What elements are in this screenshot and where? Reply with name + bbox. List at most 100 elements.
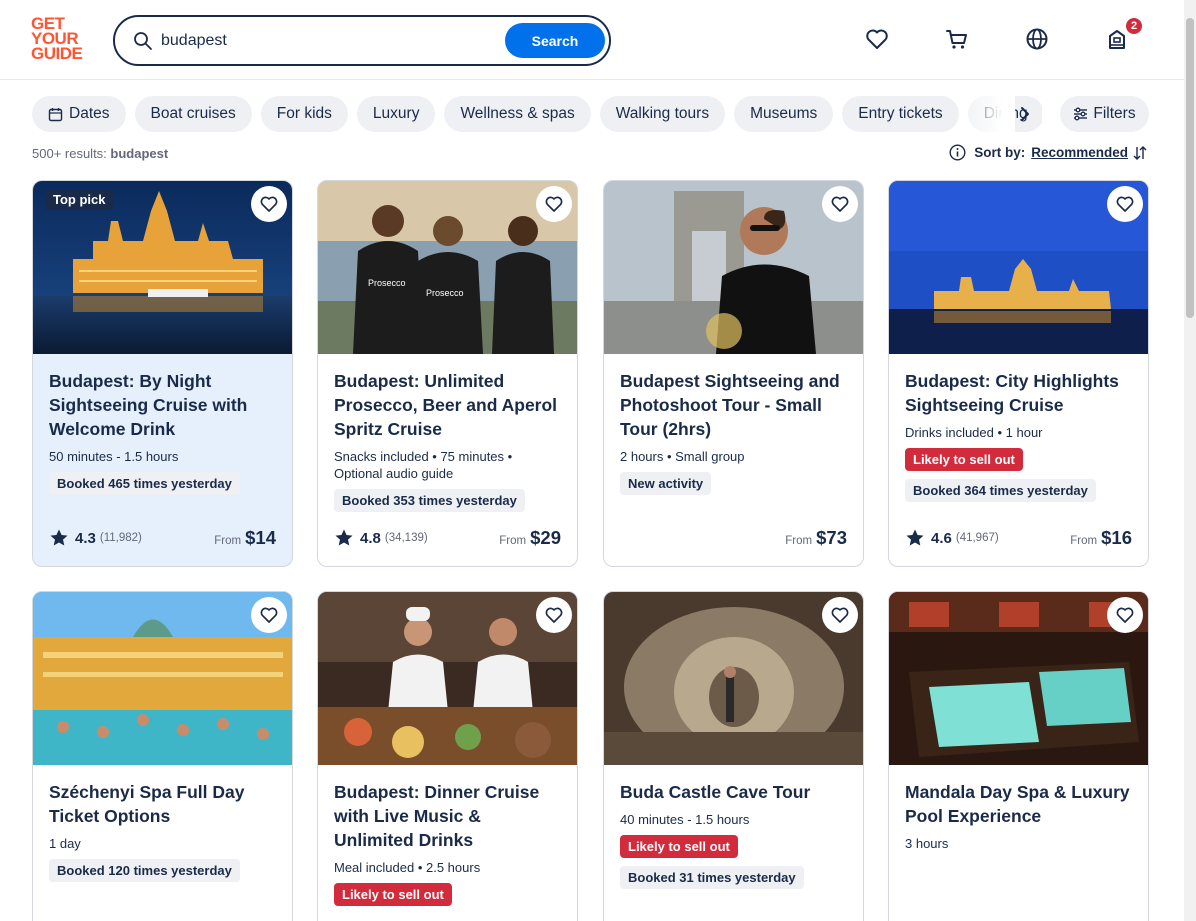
activity-image[interactable]: [604, 592, 863, 765]
chevron-right-icon[interactable]: [1014, 103, 1036, 125]
filters-button[interactable]: Filters: [1060, 96, 1149, 132]
likely-to-sell-out-tag: Likely to sell out: [620, 835, 738, 858]
activity-card[interactable]: Mandala Day Spa & Luxury Pool Experience…: [888, 591, 1149, 921]
price: From $29: [499, 527, 561, 549]
activity-card[interactable]: Buda Castle Cave Tour 40 minutes - 1.5 h…: [603, 591, 864, 921]
activity-image[interactable]: [889, 592, 1148, 765]
activity-card[interactable]: Széchenyi Spa Full Day Ticket Options 1 …: [32, 591, 293, 921]
activity-image[interactable]: Prosecco Prosecco: [318, 181, 577, 354]
price: From $14: [214, 527, 276, 549]
activity-meta: 50 minutes - 1.5 hours: [49, 449, 179, 464]
rating-value: 4.8: [360, 529, 381, 547]
activity-card[interactable]: Budapest: Dinner Cruise with Live Music …: [317, 591, 578, 921]
activity-title[interactable]: Budapest: City Highlights Sightseeing Cr…: [905, 369, 1132, 417]
price-amount: $73: [816, 527, 847, 548]
filter-chips-row: Dates Boat cruises For kids Luxury Wellness …: [32, 96, 1042, 132]
svg-text:Prosecco: Prosecco: [368, 278, 406, 288]
booked-count-tag: Booked 465 times yesterday: [49, 472, 240, 495]
chips-fade: [955, 96, 1015, 132]
chip-boat-cruises[interactable]: Boat cruises: [134, 96, 252, 132]
chip-wellness[interactable]: Wellness & spas: [444, 96, 591, 132]
star-icon: [50, 529, 68, 546]
sort-arrows-icon[interactable]: [1132, 145, 1148, 161]
chip-walking-tours[interactable]: Walking tours: [599, 96, 726, 132]
price-from-label: From: [499, 535, 527, 547]
rating: 4.8 (34,139): [334, 528, 428, 548]
price-from-label: From: [214, 535, 242, 547]
chip-for-kids[interactable]: For kids: [260, 96, 348, 132]
activity-title[interactable]: Széchenyi Spa Full Day Ticket Options: [49, 780, 276, 828]
activity-meta: 3 hours: [905, 836, 949, 851]
heart-icon: [545, 607, 563, 623]
likely-to-sell-out-tag: Likely to sell out: [334, 883, 452, 906]
wishlist-button[interactable]: [251, 597, 287, 633]
search-input[interactable]: [161, 28, 491, 53]
activity-title[interactable]: Budapest: Dinner Cruise with Live Music …: [334, 780, 561, 852]
chip-museums[interactable]: Museums: [734, 96, 834, 132]
chip-luxury[interactable]: Luxury: [356, 96, 436, 132]
activity-image[interactable]: [604, 181, 863, 354]
wishlist-button[interactable]: [251, 186, 287, 222]
price-amount: $14: [245, 527, 276, 548]
activity-title[interactable]: Budapest: By Night Sightseeing Cruise wi…: [49, 369, 276, 441]
sort-value[interactable]: Recommended: [1031, 145, 1128, 160]
activity-meta: Drinks included • 1 hour: [905, 425, 1043, 440]
results-summary: 500+ results: budapest: [32, 146, 168, 161]
search-icon: [134, 32, 152, 50]
wishlist-button[interactable]: [536, 597, 572, 633]
heart-icon: [831, 607, 849, 623]
rating-value: 4.3: [75, 529, 96, 547]
activity-image[interactable]: [318, 592, 577, 765]
activity-meta: 40 minutes - 1.5 hours: [620, 812, 750, 827]
heart-icon: [260, 196, 278, 212]
search-button[interactable]: Search: [505, 23, 605, 58]
activity-card[interactable]: Budapest: City Highlights Sightseeing Cr…: [888, 180, 1149, 567]
heart-icon: [260, 607, 278, 623]
activity-meta: 2 hours • Small group: [620, 449, 745, 464]
info-icon[interactable]: [949, 144, 966, 161]
rating-value: 4.6: [931, 529, 952, 547]
wishlist-button[interactable]: [822, 597, 858, 633]
activity-card[interactable]: Prosecco Prosecco Budapest: Unlimited Pr…: [317, 180, 578, 567]
activity-image[interactable]: [889, 181, 1148, 354]
review-count: (34,139): [384, 532, 428, 544]
globe-icon[interactable]: [1024, 26, 1050, 52]
booked-count-tag: Booked 31 times yesterday: [620, 866, 804, 889]
rating: 4.6 (41,967): [905, 528, 999, 548]
activity-image[interactable]: [33, 592, 292, 765]
wishlist-button[interactable]: [536, 186, 572, 222]
search-bar: Search: [113, 15, 611, 66]
activity-title[interactable]: Buda Castle Cave Tour: [620, 780, 847, 804]
price: From $73: [785, 527, 847, 549]
likely-to-sell-out-tag: Likely to sell out: [905, 448, 1023, 471]
activity-title[interactable]: Budapest: Unlimited Prosecco, Beer and A…: [334, 369, 561, 441]
chip-entry-tickets[interactable]: Entry tickets: [842, 96, 959, 132]
review-count: (11,982): [99, 532, 142, 544]
chip-label: Dates: [69, 105, 110, 122]
wishlist-button[interactable]: [1107, 597, 1143, 633]
booked-count-tag: Booked 353 times yesterday: [334, 489, 525, 512]
sort-control[interactable]: Sort by: Recommended: [949, 144, 1148, 161]
page-scrollbar[interactable]: [1184, 0, 1196, 921]
booked-count-tag: Booked 364 times yesterday: [905, 479, 1096, 502]
price-amount: $16: [1101, 527, 1132, 548]
activity-card[interactable]: Budapest Sightseeing and Photoshoot Tour…: [603, 180, 864, 567]
activity-title[interactable]: Mandala Day Spa & Luxury Pool Experience: [905, 780, 1132, 828]
activity-title[interactable]: Budapest Sightseeing and Photoshoot Tour…: [620, 369, 847, 441]
cart-icon[interactable]: [944, 26, 970, 52]
scrollbar-thumb[interactable]: [1186, 18, 1194, 318]
new-activity-tag: New activity: [620, 472, 712, 495]
wishlist-button[interactable]: [1107, 186, 1143, 222]
filters-label: Filters: [1093, 105, 1136, 122]
logo-line-3: GUIDE: [31, 44, 83, 63]
activity-meta: Meal included • 2.5 hours: [334, 860, 481, 875]
chip-dates[interactable]: Dates: [32, 96, 126, 132]
wishlist-button[interactable]: [822, 186, 858, 222]
heart-icon: [1116, 196, 1134, 212]
results-count: 500+ results:: [32, 146, 107, 161]
bookings-count-badge: 2: [1125, 17, 1143, 35]
activity-image[interactable]: Top pick: [33, 181, 292, 354]
getyourguide-logo[interactable]: GET YOUR GUIDE: [31, 15, 91, 63]
activity-card[interactable]: Top pick Budapest: By Night Sightseeing …: [32, 180, 293, 567]
wishlist-heart-icon[interactable]: [864, 26, 890, 52]
